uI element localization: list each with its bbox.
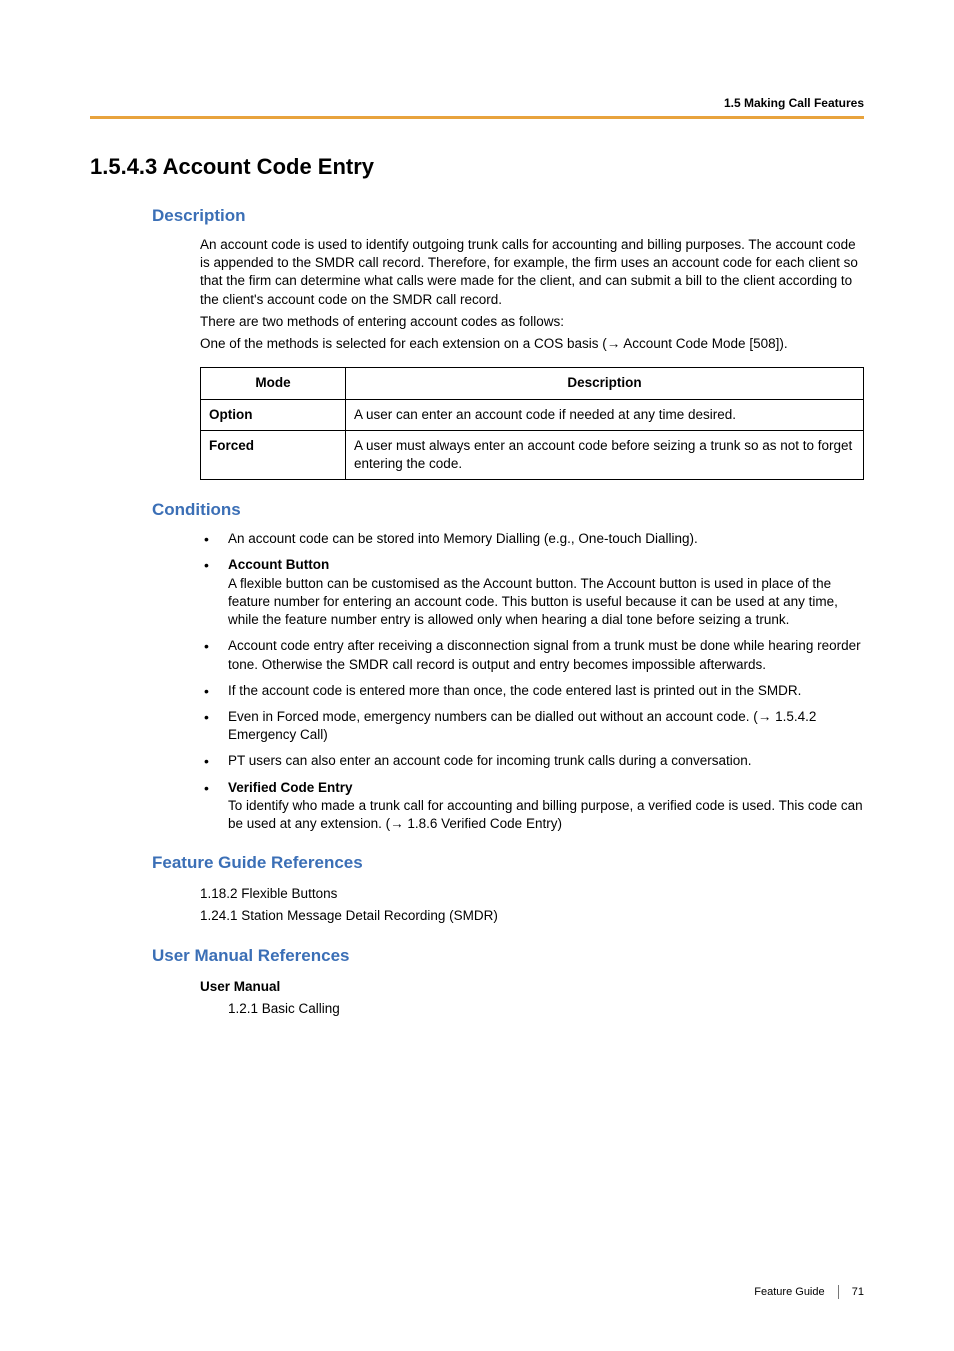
table-row: Option A user can enter an account code … xyxy=(201,399,864,430)
desc-cell: A user must always enter an account code… xyxy=(346,430,864,479)
account-button-title: Account Button xyxy=(228,557,329,572)
mode-table: Mode Description Option A user can enter… xyxy=(200,367,864,480)
verified-code-title: Verified Code Entry xyxy=(228,780,353,795)
list-item: Account Button A flexible button can be … xyxy=(200,556,864,629)
list-item: An account code can be stored into Memor… xyxy=(200,530,864,548)
description-heading: Description xyxy=(152,206,864,226)
description-p1: An account code is used to identify outg… xyxy=(200,236,864,309)
feature-guide-refs: 1.18.2 Flexible Buttons 1.24.1 Station M… xyxy=(200,883,864,926)
page-footer: Feature Guide 71 xyxy=(754,1285,864,1299)
ref-item: 1.18.2 Flexible Buttons xyxy=(200,883,864,905)
footer-page: 71 xyxy=(852,1286,864,1298)
footer-label: Feature Guide xyxy=(754,1286,824,1298)
ref-item: 1.24.1 Station Message Detail Recording … xyxy=(200,905,864,927)
list-item: If the account code is entered more than… xyxy=(200,682,864,700)
running-header: 1.5 Making Call Features xyxy=(724,96,864,110)
table-header-mode: Mode xyxy=(201,368,346,399)
description-p3a: One of the methods is selected for each … xyxy=(200,336,607,351)
table-header-description: Description xyxy=(346,368,864,399)
arrow-icon: → xyxy=(758,708,772,726)
list-item: Verified Code Entry To identify who made… xyxy=(200,779,864,834)
section-title: 1.5.4.3 Account Code Entry xyxy=(90,154,864,180)
conditions-list: An account code can be stored into Memor… xyxy=(200,530,864,833)
user-manual-heading: User Manual References xyxy=(152,946,864,966)
list-item: Even in Forced mode, emergency numbers c… xyxy=(200,708,864,744)
header-rule xyxy=(90,116,864,119)
arrow-icon: → xyxy=(390,815,404,833)
description-p3: One of the methods is selected for each … xyxy=(200,335,864,353)
conditions-heading: Conditions xyxy=(152,500,864,520)
description-p3b: Account Code Mode [508]). xyxy=(620,336,787,351)
i4a: Even in Forced mode, emergency numbers c… xyxy=(228,709,758,724)
feature-guide-heading: Feature Guide References xyxy=(152,853,864,873)
account-button-body: A flexible button can be customised as t… xyxy=(228,576,838,627)
list-item: PT users can also enter an account code … xyxy=(200,752,864,770)
description-body: An account code is used to identify outg… xyxy=(200,236,864,480)
user-manual-subhead: User Manual xyxy=(200,976,864,998)
description-p2: There are two methods of entering accoun… xyxy=(200,313,864,331)
i6b: 1.8.6 Verified Code Entry) xyxy=(404,816,562,831)
table-row: Forced A user must always enter an accou… xyxy=(201,430,864,479)
mode-cell: Forced xyxy=(201,430,346,479)
footer-separator xyxy=(838,1285,839,1299)
mode-cell: Option xyxy=(201,399,346,430)
list-item: Account code entry after receiving a dis… xyxy=(200,637,864,673)
user-manual-ref: 1.2.1 Basic Calling xyxy=(228,998,864,1020)
desc-cell: A user can enter an account code if need… xyxy=(346,399,864,430)
arrow-icon: → xyxy=(607,335,621,353)
